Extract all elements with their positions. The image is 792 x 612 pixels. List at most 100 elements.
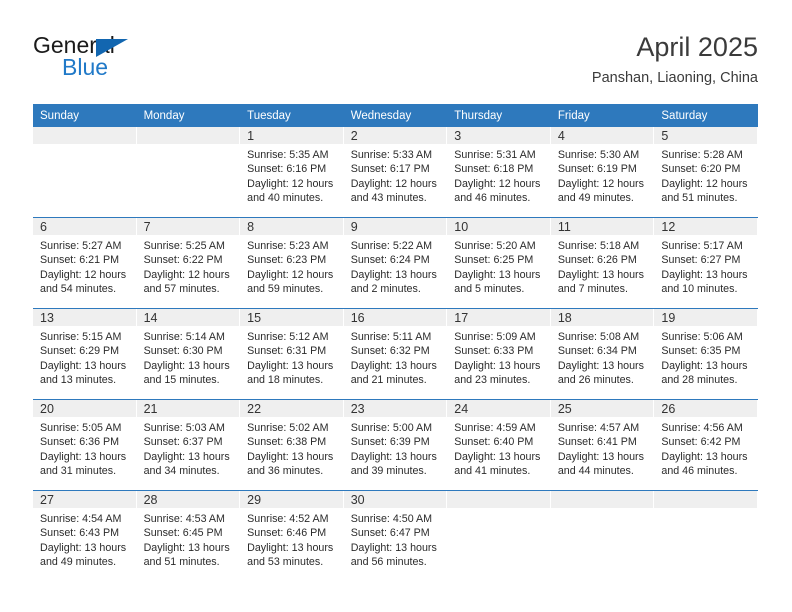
sunrise-line: Sunrise: 4:54 AM (40, 513, 122, 525)
calendar-day-cell[interactable]: 25 Sunrise: 4:57 AM Sunset: 6:41 PM Dayligh… (550, 399, 655, 491)
day-detail-block (137, 144, 241, 148)
day-detail-block: Sunrise: 4:52 AM Sunset: 6:46 PM Daylight:… (240, 508, 344, 569)
date-number: 12 (661, 220, 676, 234)
date-number-band: 25 (550, 400, 655, 417)
sunrise-line: Sunrise: 5:35 AM (247, 149, 329, 161)
calendar-day-cell[interactable]: 14 Sunrise: 5:14 AM Sunset: 6:30 PM Dayligh… (136, 308, 241, 400)
daylight-line-2: and 23 minutes. (454, 373, 531, 386)
calendar-day-cell[interactable]: 3 Sunrise: 5:31 AM Sunset: 6:18 PM Daylight… (447, 127, 551, 218)
date-number (654, 491, 757, 492)
calendar-day-cell[interactable]: 16 Sunrise: 5:11 AM Sunset: 6:32 PM Dayligh… (343, 308, 448, 400)
sunset-line: Sunset: 6:34 PM (557, 345, 637, 358)
calendar-day-cell[interactable]: 29 Sunrise: 4:52 AM Sunset: 6:46 PM Dayligh… (240, 490, 344, 581)
day-detail-block: Sunrise: 4:59 AM Sunset: 6:40 PM Daylight:… (447, 417, 551, 478)
date-number: 13 (40, 311, 54, 325)
calendar-day-cell[interactable]: 8 Sunrise: 5:23 AM Sunset: 6:23 PM Daylight… (240, 217, 344, 309)
date-number: 11 (557, 220, 571, 234)
sunset-line: Sunset: 6:32 PM (350, 345, 430, 358)
daylight-line-2: and 7 minutes. (557, 282, 628, 295)
calendar-page: General Blue April 2025 Panshan, Liaonin… (0, 0, 792, 612)
calendar-day-cell[interactable]: 5 Sunrise: 5:28 AM Sunset: 6:20 PM Daylight… (654, 127, 758, 218)
calendar-day-cell[interactable]: 9 Sunrise: 5:22 AM Sunset: 6:24 PM Daylight… (343, 217, 448, 309)
date-number-band: 23 (343, 400, 448, 417)
daylight-line-2: and 40 minutes. (247, 191, 324, 204)
day-detail-block (447, 508, 551, 512)
day-detail-block: Sunrise: 5:18 AM Sunset: 6:26 PM Daylight:… (551, 235, 655, 296)
calendar-day-cell[interactable]: 24 Sunrise: 4:59 AM Sunset: 6:40 PM Dayligh… (447, 399, 551, 491)
day-cell-inner: 14 Sunrise: 5:14 AM Sunset: 6:30 PM Dayligh… (136, 309, 241, 400)
daylight-line-1: Daylight: 13 hours (350, 359, 437, 372)
calendar-day-cell[interactable]: 21 Sunrise: 5:03 AM Sunset: 6:37 PM Dayligh… (136, 399, 241, 491)
calendar-day-cell[interactable]: 7 Sunrise: 5:25 AM Sunset: 6:22 PM Daylight… (136, 217, 241, 309)
calendar-day-cell[interactable]: 28 Sunrise: 4:53 AM Sunset: 6:45 PM Dayligh… (136, 490, 241, 581)
date-number-band: 14 (136, 309, 241, 326)
daylight-line-2: and 51 minutes. (661, 191, 738, 204)
calendar-day-cell[interactable]: 23 Sunrise: 5:00 AM Sunset: 6:39 PM Dayligh… (343, 399, 448, 491)
day-cell-inner: 22 Sunrise: 5:02 AM Sunset: 6:38 PM Dayligh… (240, 400, 344, 491)
date-number-band: 5 (654, 127, 758, 144)
day-detail-block: Sunrise: 4:56 AM Sunset: 6:42 PM Daylight:… (654, 417, 758, 478)
calendar-day-cell[interactable]: 17 Sunrise: 5:09 AM Sunset: 6:33 PM Dayligh… (447, 308, 551, 400)
sunrise-line: Sunrise: 4:53 AM (143, 513, 225, 525)
date-number: 10 (454, 220, 469, 234)
date-number: 24 (454, 402, 469, 416)
date-number (137, 127, 240, 128)
calendar-day-cell[interactable]: 6 Sunrise: 5:27 AM Sunset: 6:21 PM Daylight… (33, 217, 137, 309)
sunset-line: Sunset: 6:23 PM (247, 254, 327, 267)
calendar-day-cell[interactable]: 30 Sunrise: 4:50 AM Sunset: 6:47 PM Dayligh… (343, 490, 448, 581)
day-cell-inner: 1 Sunrise: 5:35 AM Sunset: 6:16 PM Daylight… (240, 127, 344, 217)
calendar-day-cell[interactable]: 1 Sunrise: 5:35 AM Sunset: 6:16 PM Daylight… (240, 127, 344, 218)
calendar-week-row: 1 Sunrise: 5:35 AM Sunset: 6:16 PM Daylight… (33, 127, 758, 218)
date-number-band: 6 (33, 218, 137, 235)
day-cell-inner: 13 Sunrise: 5:15 AM Sunset: 6:29 PM Dayligh… (33, 309, 137, 400)
title-block: April 2025 Panshan, Liaoning, China (592, 30, 758, 87)
date-number: 21 (143, 402, 158, 416)
date-number-band: 3 (447, 127, 551, 144)
sunset-line: Sunset: 6:42 PM (661, 436, 741, 449)
date-number-band (33, 127, 137, 144)
daylight-line-1: Daylight: 12 hours (350, 177, 437, 190)
calendar-day-cell[interactable]: 27 Sunrise: 4:54 AM Sunset: 6:43 PM Dayligh… (33, 490, 137, 581)
date-number: 16 (350, 311, 365, 325)
day-detail-block: Sunrise: 5:23 AM Sunset: 6:23 PM Daylight:… (240, 235, 344, 296)
calendar-day-cell[interactable]: 13 Sunrise: 5:15 AM Sunset: 6:29 PM Dayligh… (33, 308, 137, 400)
calendar-day-cell[interactable]: 19 Sunrise: 5:06 AM Sunset: 6:35 PM Dayligh… (654, 308, 758, 400)
daylight-line-1: Daylight: 13 hours (247, 450, 334, 463)
date-number-band: 13 (33, 309, 137, 326)
calendar-day-cell[interactable]: 22 Sunrise: 5:02 AM Sunset: 6:38 PM Dayligh… (240, 399, 344, 491)
sunset-line: Sunset: 6:22 PM (143, 254, 223, 267)
date-number: 7 (143, 220, 151, 234)
date-number-band: 7 (136, 218, 241, 235)
day-detail-block: Sunrise: 5:15 AM Sunset: 6:29 PM Daylight:… (33, 326, 137, 387)
calendar-day-cell[interactable]: 10 Sunrise: 5:20 AM Sunset: 6:25 PM Dayligh… (447, 217, 551, 309)
daylight-line-1: Daylight: 13 hours (350, 268, 437, 281)
calendar-day-cell[interactable]: 11 Sunrise: 5:18 AM Sunset: 6:26 PM Dayligh… (550, 217, 655, 309)
date-number: 9 (350, 220, 358, 234)
calendar-day-cell[interactable]: 12 Sunrise: 5:17 AM Sunset: 6:27 PM Dayligh… (654, 217, 758, 309)
sunset-line: Sunset: 6:20 PM (661, 163, 741, 176)
daylight-line-1: Daylight: 12 hours (143, 268, 230, 281)
daylight-line-2: and 59 minutes. (247, 282, 324, 295)
sunrise-line: Sunrise: 5:23 AM (247, 240, 329, 252)
sunset-line: Sunset: 6:39 PM (350, 436, 430, 449)
day-cell-inner: 6 Sunrise: 5:27 AM Sunset: 6:21 PM Daylight… (33, 218, 137, 309)
calendar-day-cell[interactable]: 4 Sunrise: 5:30 AM Sunset: 6:19 PM Daylight… (550, 127, 655, 218)
daylight-line-1: Daylight: 13 hours (454, 268, 541, 281)
calendar-day-cell[interactable]: 18 Sunrise: 5:08 AM Sunset: 6:34 PM Dayligh… (550, 308, 655, 400)
daylight-line-1: Daylight: 12 hours (454, 177, 541, 190)
daylight-line-2: and 36 minutes. (247, 464, 324, 477)
calendar-day-cell[interactable]: 26 Sunrise: 4:56 AM Sunset: 6:42 PM Dayligh… (654, 399, 758, 491)
sunrise-line: Sunrise: 5:06 AM (661, 331, 743, 343)
daylight-line-1: Daylight: 13 hours (143, 359, 230, 372)
sunset-line: Sunset: 6:25 PM (454, 254, 534, 267)
weekday-header-friday: Friday (550, 104, 655, 127)
calendar-day-cell[interactable]: 2 Sunrise: 5:33 AM Sunset: 6:17 PM Daylight… (343, 127, 448, 218)
date-number-band: 26 (654, 400, 758, 417)
calendar-day-cell[interactable]: 15 Sunrise: 5:12 AM Sunset: 6:31 PM Dayligh… (240, 308, 344, 400)
sunrise-line: Sunrise: 5:03 AM (143, 422, 225, 434)
date-number: 27 (40, 493, 54, 507)
date-number-band: 24 (447, 400, 551, 417)
daylight-line-2: and 31 minutes. (40, 464, 117, 477)
sunrise-line: Sunrise: 4:50 AM (350, 513, 433, 525)
calendar-day-cell[interactable]: 20 Sunrise: 5:05 AM Sunset: 6:36 PM Dayligh… (33, 399, 137, 491)
